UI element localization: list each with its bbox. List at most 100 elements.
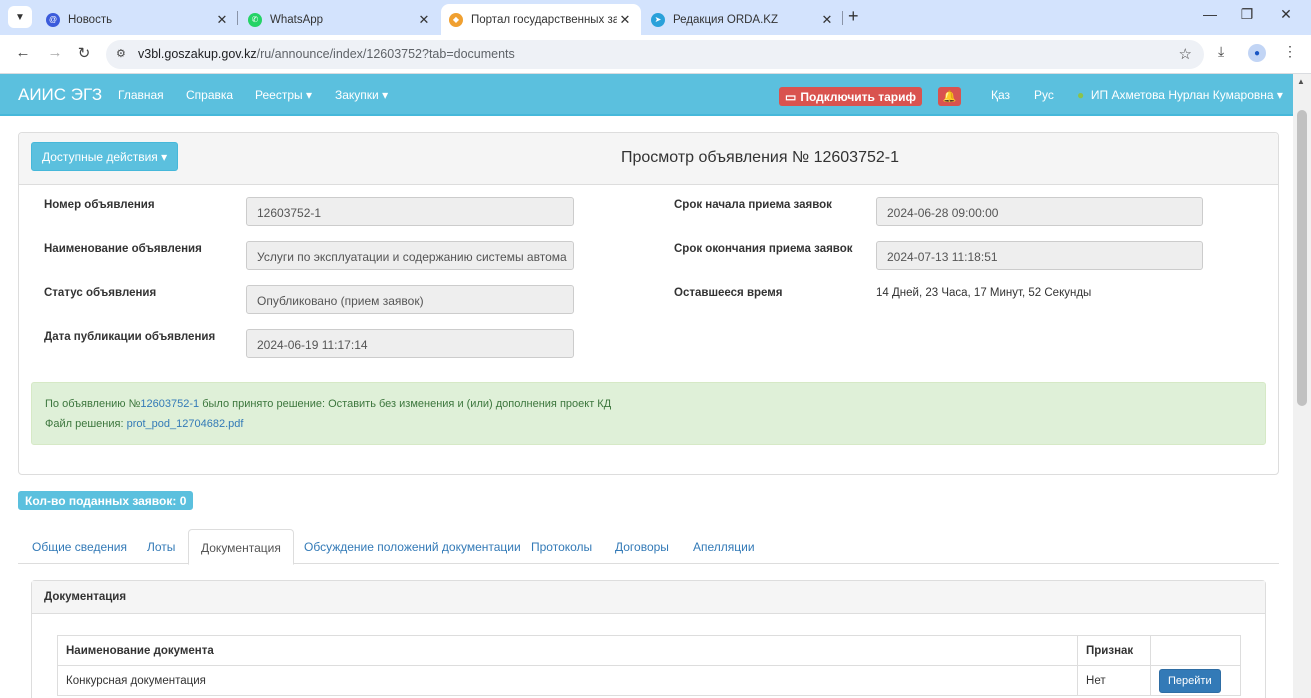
table-row: Конкурсная документация Нет Перейти — [56, 665, 1241, 696]
doc-action-cell: Перейти — [1150, 665, 1241, 696]
new-tab-plus-icon[interactable]: + — [848, 6, 859, 27]
credit-card-icon: ▭ — [785, 89, 797, 104]
close-tab-icon[interactable]: ✕ — [416, 12, 432, 28]
close-tab-icon[interactable]: ✕ — [214, 12, 230, 28]
number-label: Номер объявления — [44, 199, 155, 211]
download-icon[interactable]: ⤓ — [1218, 43, 1224, 60]
user-icon: ● — [1077, 88, 1085, 102]
site-settings-icon[interactable]: ⚙ — [116, 47, 126, 60]
decision-file-label: Файл решения: — [45, 418, 127, 430]
decision-file-line: Файл решения: prot_pod_12704682.pdf — [45, 418, 243, 430]
announcement-panel: Доступные действия ▾ Просмотр объявления… — [18, 132, 1279, 475]
doc-flag-cell: Нет — [1077, 665, 1151, 696]
user-menu[interactable]: ● ИП Ахметова Нурлан Кумаровна ▾ — [1077, 88, 1283, 102]
restore-icon[interactable]: ❐ — [1232, 6, 1262, 23]
minimize-icon[interactable]: — — [1195, 6, 1225, 22]
url-text: v3bl.goszakup.gov.kz/ru/announce/index/1… — [138, 47, 515, 61]
browser-tab-bar: ▼ @ Новость ✕ ✆ WhatsApp ✕ ◆ Портал госу… — [0, 0, 1311, 35]
tab-discussion[interactable]: Обсуждение положений документации — [304, 529, 521, 564]
status-field[interactable]: Опубликовано (прием заявок) — [246, 285, 574, 314]
tab-protocols[interactable]: Протоколы — [531, 529, 592, 564]
remaining-time: 14 Дней, 23 Часа, 17 Минут, 52 Секунды — [876, 287, 1092, 299]
connect-tariff-button[interactable]: ▭ Подключить тариф — [779, 87, 923, 106]
name-field[interactable]: Услуги по эксплуатации и содержанию сист… — [246, 241, 574, 270]
submitted-count-badge: Кол-во поданных заявок: 0 — [18, 491, 194, 510]
tab-documentation[interactable]: Документация — [188, 529, 294, 565]
col-doc-name: Наименование документа — [56, 635, 1079, 666]
close-tab-icon[interactable]: ✕ — [617, 12, 633, 28]
page-title: Просмотр объявления № 12603752-1 — [621, 149, 899, 166]
close-window-icon[interactable]: ✕ — [1271, 6, 1301, 23]
documentation-header: Документация — [32, 581, 1265, 614]
status-label: Статус объявления — [44, 287, 157, 299]
tab-appeals[interactable]: Апелляции — [693, 529, 755, 564]
pubdate-label: Дата публикации объявления — [44, 331, 216, 343]
announcement-link[interactable]: 12603752-1 — [140, 398, 199, 410]
available-actions-button[interactable]: Доступные действия ▾ — [31, 142, 179, 171]
tab-contracts[interactable]: Договоры — [615, 529, 669, 564]
menu-kebab-icon[interactable]: ⋮ — [1283, 43, 1297, 60]
decision-file-link[interactable]: prot_pod_12704682.pdf — [127, 418, 244, 430]
nav-item-purchases[interactable]: Закупки ▾ — [335, 88, 388, 102]
documentation-panel: Документация Наименование документа Приз… — [31, 580, 1266, 698]
browser-toolbar: ← → ↻ ⚙ v3bl.goszakup.gov.kz/ru/announce… — [0, 35, 1311, 74]
page-scrollbar[interactable]: ▲ — [1293, 74, 1311, 698]
brand-logo[interactable]: АИИС ЭГЗ — [18, 85, 102, 105]
col-flag: Признак — [1077, 635, 1151, 666]
lang-kz[interactable]: Қаз — [991, 88, 1010, 102]
go-button[interactable]: Перейти — [1159, 668, 1221, 693]
tab-list-chevron-icon[interactable]: ▼ — [8, 6, 32, 28]
lang-ru[interactable]: Рус — [1034, 88, 1054, 102]
close-tab-icon[interactable]: ✕ — [819, 12, 835, 28]
telegram-icon: ➤ — [651, 12, 665, 27]
portal-icon: ◆ — [449, 12, 463, 27]
nav-item-registries[interactable]: Реестры ▾ — [255, 88, 312, 102]
col-action — [1150, 635, 1241, 666]
tab-lots[interactable]: Лоты — [147, 529, 175, 564]
address-bar[interactable]: ⚙ v3bl.goszakup.gov.kz/ru/announce/index… — [106, 40, 1204, 69]
pubdate-field[interactable]: 2024-06-19 11:17:14 — [246, 329, 574, 358]
news-icon: @ — [46, 12, 60, 27]
browser-tab-portal[interactable]: ◆ Портал государственных закуп ✕ — [441, 4, 641, 35]
end-date-field[interactable]: 2024-07-13 11:18:51 — [876, 241, 1203, 270]
announcement-tabs: Общие сведения Лоты Документация Обсужде… — [18, 529, 1279, 565]
browser-tab-orda[interactable]: ➤ Редакция ORDA.KZ ✕ — [643, 4, 843, 35]
tab-separator — [237, 11, 238, 25]
scrollbar-thumb[interactable] — [1297, 110, 1307, 406]
documents-table: Наименование документа Признак Конкурсна… — [56, 635, 1241, 696]
decision-alert: По объявлению №12603752-1 было принято р… — [31, 382, 1266, 445]
decision-line: По объявлению №12603752-1 было принято р… — [45, 398, 611, 410]
browser-tab-news[interactable]: @ Новость ✕ — [38, 4, 238, 35]
bookmark-star-icon[interactable]: ☆ — [1179, 45, 1192, 63]
tab-general[interactable]: Общие сведения — [32, 529, 127, 564]
scroll-up-icon[interactable]: ▲ — [1297, 77, 1305, 86]
connect-tariff-label: Подключить тариф — [800, 89, 917, 104]
nav-item-help[interactable]: Справка — [186, 88, 233, 102]
table-header-row: Наименование документа Признак — [56, 635, 1241, 666]
number-field[interactable]: 12603752-1 — [246, 197, 574, 226]
browser-tab-title: Редакция ORDA.KZ — [673, 13, 778, 26]
url-host: v3bl.goszakup.gov.kz — [138, 47, 257, 61]
url-path: /ru/announce/index/12603752?tab=document… — [256, 47, 515, 61]
browser-tab-title: Портал государственных закуп — [471, 13, 617, 26]
browser-tab-title: WhatsApp — [270, 13, 324, 26]
tab-separator — [842, 11, 843, 25]
panel-header: Доступные действия ▾ Просмотр объявления… — [19, 133, 1278, 185]
browser-tab-title: Новость — [68, 13, 113, 26]
back-arrow-icon[interactable]: ← — [13, 44, 33, 61]
decision-prefix: По объявлению № — [45, 398, 141, 410]
browser-tab-whatsapp[interactable]: ✆ WhatsApp ✕ — [240, 4, 440, 35]
start-label: Срок начала приема заявок — [674, 199, 832, 211]
remaining-label: Оставшееся время — [674, 287, 783, 299]
reload-icon[interactable]: ↻ — [74, 44, 94, 62]
notification-bell-icon[interactable]: 🔔 — [938, 87, 961, 106]
whatsapp-icon: ✆ — [248, 12, 262, 27]
decision-text: было принято решение: Оставить без измен… — [199, 398, 612, 410]
start-date-field[interactable]: 2024-06-28 09:00:00 — [876, 197, 1203, 226]
nav-item-home[interactable]: Главная — [118, 88, 164, 102]
user-name: ИП Ахметова Нурлан Кумаровна ▾ — [1090, 88, 1283, 102]
app-navbar: АИИС ЭГЗ Главная Справка Реестры ▾ Закуп… — [0, 74, 1293, 116]
forward-arrow-icon[interactable]: → — [45, 44, 65, 61]
doc-name-cell: Конкурсная документация — [56, 665, 1079, 696]
profile-avatar-icon[interactable]: ● — [1248, 44, 1266, 62]
